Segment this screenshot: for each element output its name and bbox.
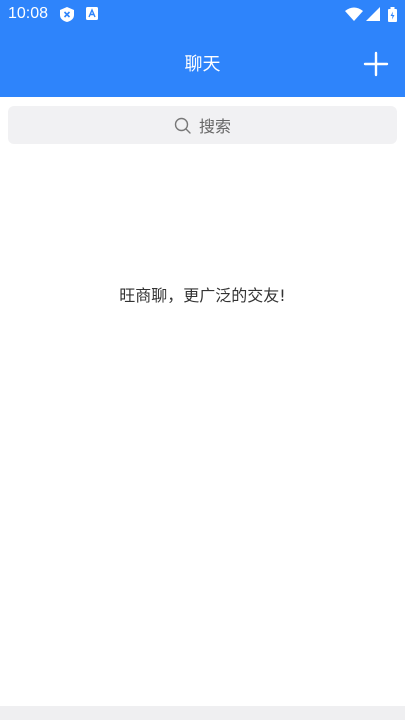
bottom-bar	[0, 706, 405, 720]
shield-icon	[60, 7, 74, 22]
battery-icon	[388, 7, 397, 22]
a-badge-icon	[86, 7, 98, 20]
search-placeholder: 搜索	[198, 117, 231, 136]
app-header: 10:08 聊天	[0, 0, 405, 97]
add-button[interactable]	[362, 50, 390, 78]
empty-state-message: 旺商聊，更广泛的交友!	[119, 286, 286, 305]
signal-icon	[366, 7, 380, 21]
page-title: 聊天	[184, 54, 221, 75]
status-bar: 10:08	[0, 0, 405, 28]
wifi-icon	[345, 7, 363, 21]
status-time: 10:08	[8, 5, 49, 22]
plus-icon	[363, 51, 389, 77]
search-icon	[174, 117, 191, 134]
search-bar[interactable]: 搜索	[8, 106, 397, 144]
